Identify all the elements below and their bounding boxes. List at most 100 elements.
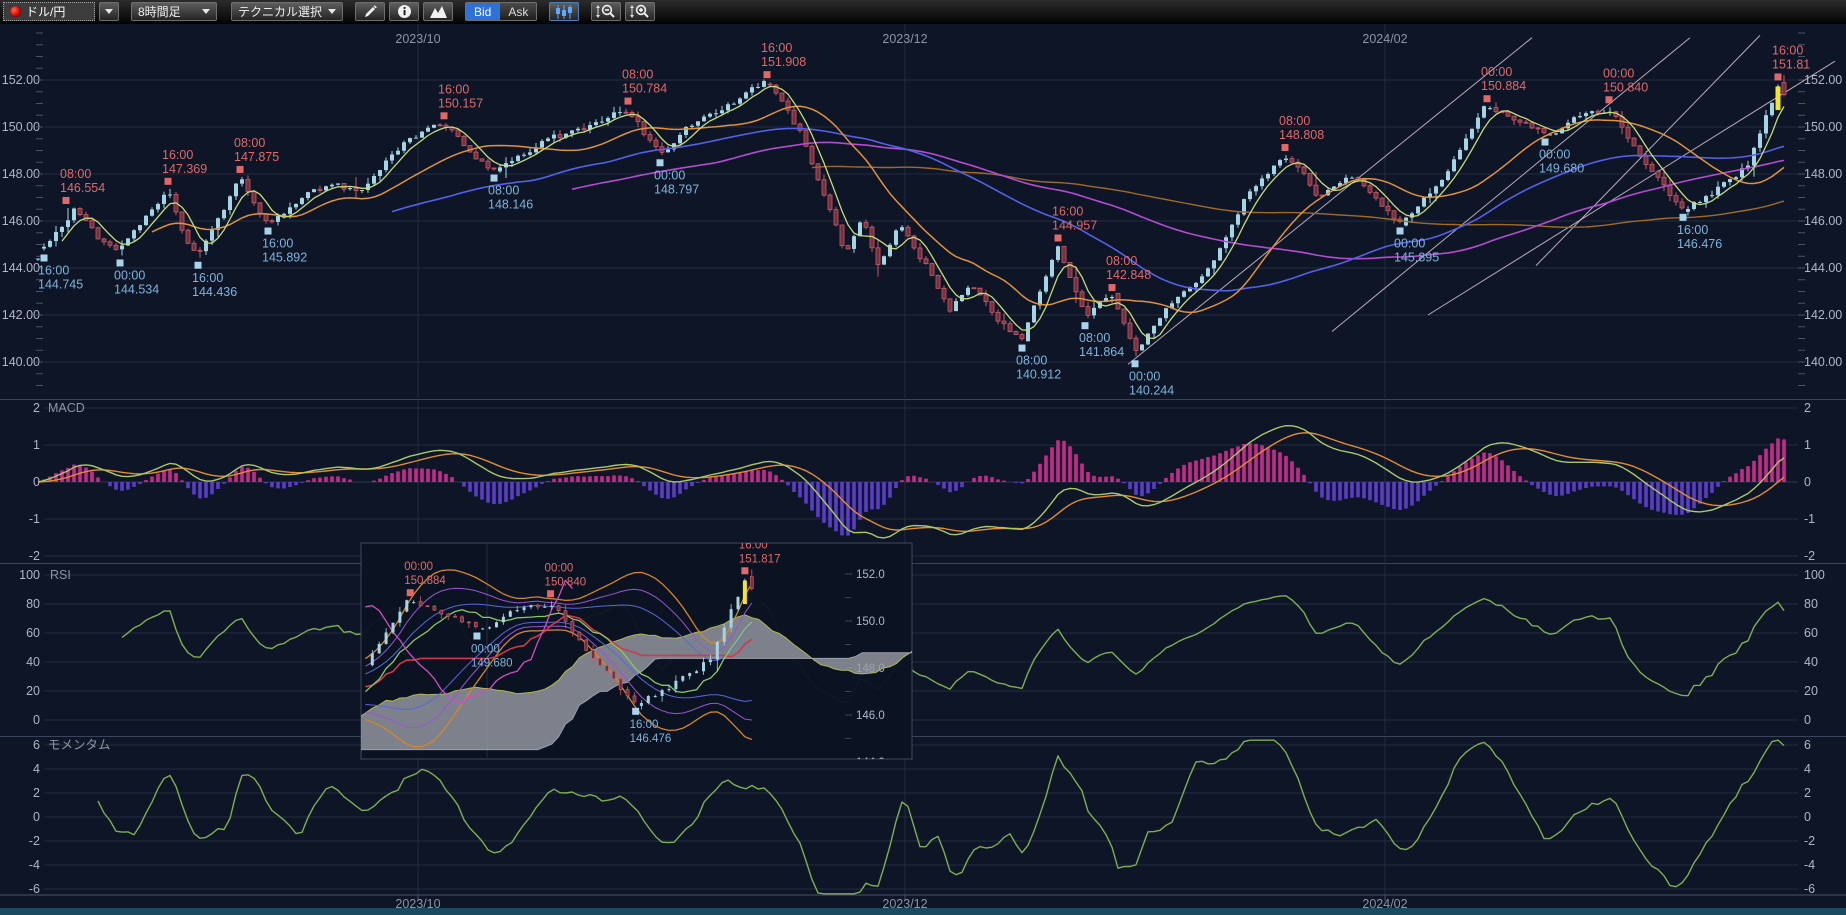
svg-text:0: 0 <box>33 810 40 824</box>
svg-text:08:00: 08:00 <box>234 136 265 150</box>
svg-text:08:00: 08:00 <box>60 167 91 181</box>
svg-text:20: 20 <box>26 684 40 698</box>
svg-text:146.476: 146.476 <box>630 733 672 745</box>
svg-text:40: 40 <box>26 655 40 669</box>
svg-text:RSI: RSI <box>50 568 71 582</box>
svg-text:2: 2 <box>1804 786 1811 800</box>
timeframe-selector[interactable]: 8時間足 <box>131 2 217 21</box>
svg-text:80: 80 <box>1804 597 1818 611</box>
svg-text:140.00: 140.00 <box>1804 355 1842 369</box>
svg-text:16:00: 16:00 <box>630 719 659 731</box>
svg-text:146.476: 146.476 <box>1677 237 1722 251</box>
svg-text:2023/10: 2023/10 <box>395 32 440 46</box>
toolbar: ドル/円 8時間足 テクニカル選択 <box>0 0 1846 24</box>
chevron-down-icon <box>328 9 336 14</box>
svg-text:100: 100 <box>1804 568 1825 582</box>
svg-text:150.00: 150.00 <box>2 120 40 134</box>
svg-text:148.00: 148.00 <box>2 167 40 181</box>
svg-text:-1: -1 <box>29 512 40 526</box>
svg-text:16:00: 16:00 <box>1772 43 1803 57</box>
technical-label: テクニカル選択 <box>238 3 322 20</box>
pair-dropdown-button[interactable] <box>99 2 119 21</box>
zoom-out-button[interactable] <box>591 2 621 21</box>
svg-text:4: 4 <box>1804 762 1811 776</box>
svg-text:0: 0 <box>33 713 40 727</box>
svg-text:0: 0 <box>1804 713 1811 727</box>
svg-text:2: 2 <box>1804 401 1811 415</box>
svg-text:140.00: 140.00 <box>2 355 40 369</box>
svg-text:60: 60 <box>1804 626 1818 640</box>
chevron-down-icon <box>202 9 210 14</box>
chart-canvas[interactable]: 152.00152.00150.00150.00148.00148.00146.… <box>0 24 1846 915</box>
status-strip <box>0 908 1846 915</box>
svg-text:16:00: 16:00 <box>38 263 69 277</box>
svg-text:149.680: 149.680 <box>471 658 513 670</box>
svg-text:00:00: 00:00 <box>1539 148 1570 162</box>
svg-text:145.892: 145.892 <box>262 251 307 265</box>
svg-text:146.00: 146.00 <box>1804 214 1842 228</box>
svg-text:148.00: 148.00 <box>1804 167 1842 181</box>
svg-text:150.0: 150.0 <box>856 616 885 628</box>
svg-text:16:00: 16:00 <box>761 41 792 55</box>
svg-text:152.00: 152.00 <box>1804 73 1842 87</box>
zoom-in-button[interactable] <box>625 2 655 21</box>
svg-text:40: 40 <box>1804 655 1818 669</box>
svg-text:08:00: 08:00 <box>1016 354 1047 368</box>
inset-chart-window[interactable]: 152.0150.0148.0146.0144.000:00150.88400:… <box>338 539 931 769</box>
trading-app-window: { "toolbar": { "pair_label": "ドル/円", "ti… <box>0 0 1846 915</box>
svg-text:-2: -2 <box>1804 549 1815 563</box>
svg-text:80: 80 <box>26 597 40 611</box>
svg-text:144.534: 144.534 <box>114 282 159 296</box>
svg-text:144.00: 144.00 <box>2 261 40 275</box>
svg-text:2: 2 <box>33 401 40 415</box>
svg-text:142.00: 142.00 <box>1804 308 1842 322</box>
ask-toggle-button[interactable]: Ask <box>500 2 537 21</box>
svg-text:146.0: 146.0 <box>856 710 885 722</box>
svg-text:147.369: 147.369 <box>162 162 207 176</box>
svg-text:141.864: 141.864 <box>1079 345 1124 359</box>
svg-text:147.875: 147.875 <box>234 150 279 164</box>
svg-text:2023/12: 2023/12 <box>882 32 927 46</box>
area-chart-button[interactable] <box>423 2 453 21</box>
svg-text:151.81: 151.81 <box>1772 57 1810 71</box>
info-button[interactable] <box>389 2 419 21</box>
svg-text:150.157: 150.157 <box>438 96 483 110</box>
svg-text:00:00: 00:00 <box>1394 236 1425 250</box>
svg-text:150.840: 150.840 <box>1603 80 1648 94</box>
svg-text:00:00: 00:00 <box>654 168 685 182</box>
svg-text:-4: -4 <box>1804 858 1815 872</box>
svg-text:16:00: 16:00 <box>262 237 293 251</box>
svg-text:00:00: 00:00 <box>404 561 433 573</box>
svg-text:00:00: 00:00 <box>471 644 500 656</box>
svg-text:16:00: 16:00 <box>192 271 223 285</box>
svg-text:1: 1 <box>1804 438 1811 452</box>
svg-text:08:00: 08:00 <box>488 184 519 198</box>
svg-text:-2: -2 <box>29 834 40 848</box>
bid-toggle-button[interactable]: Bid <box>465 2 500 21</box>
candlestick-mode-button[interactable] <box>549 2 579 21</box>
chevron-down-icon <box>105 9 113 14</box>
svg-text:150.784: 150.784 <box>622 82 667 96</box>
svg-text:4: 4 <box>33 762 40 776</box>
candlestick-icon <box>555 5 573 19</box>
svg-text:-2: -2 <box>1804 834 1815 848</box>
draw-tool-button[interactable] <box>355 2 385 21</box>
svg-text:100: 100 <box>19 568 40 582</box>
technical-selector[interactable]: テクニカル選択 <box>231 2 343 21</box>
svg-text:142.848: 142.848 <box>1106 268 1151 282</box>
svg-text:-6: -6 <box>29 882 40 896</box>
svg-text:148.797: 148.797 <box>654 182 699 196</box>
svg-text:2024/02: 2024/02 <box>1362 32 1407 46</box>
pair-selector[interactable]: ドル/円 <box>3 2 95 21</box>
svg-text:08:00: 08:00 <box>1279 114 1310 128</box>
svg-text:00:00: 00:00 <box>1129 369 1160 383</box>
record-icon <box>10 6 21 17</box>
svg-text:-1: -1 <box>1804 512 1815 526</box>
svg-text:08:00: 08:00 <box>1079 331 1110 345</box>
svg-text:140.244: 140.244 <box>1129 383 1174 397</box>
svg-text:16:00: 16:00 <box>1677 223 1708 237</box>
svg-text:MACD: MACD <box>48 401 85 415</box>
svg-text:1: 1 <box>33 438 40 452</box>
svg-text:00:00: 00:00 <box>545 562 574 574</box>
svg-text:150.840: 150.840 <box>545 576 587 588</box>
